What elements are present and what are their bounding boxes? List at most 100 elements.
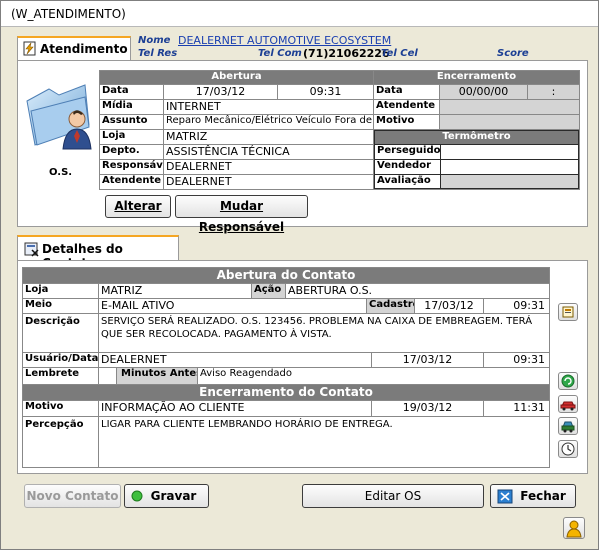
- tab-atendimento[interactable]: Atendimento: [17, 36, 131, 60]
- usuario-field[interactable]: DEALERNET: [99, 353, 371, 367]
- responsavel-field[interactable]: DEALERNET: [164, 160, 373, 174]
- tel-res-label: Tel Res: [138, 48, 178, 59]
- contact-details-icon: [24, 242, 39, 257]
- tab-atendimento-label: Atendimento: [40, 42, 128, 56]
- depto-label: Depto.: [100, 145, 163, 159]
- encerramento-contato-header: Encerramento do Contato: [23, 385, 549, 400]
- responsavel-label: Responsável: [100, 160, 163, 174]
- perseguidor-field[interactable]: [441, 145, 578, 159]
- tel-com-value: (71)21062226: [303, 47, 390, 60]
- termometro-header: Termômetro: [375, 131, 578, 144]
- user-icon: [566, 520, 582, 538]
- cadastro-hora-field[interactable]: 09:31: [484, 299, 549, 313]
- minutos-antes-label: Minutos Antes: [117, 368, 197, 384]
- alterar-button[interactable]: Alterar: [105, 195, 171, 218]
- acao-label: Ação: [252, 284, 285, 298]
- motivo-hora-field[interactable]: 11:31: [484, 401, 549, 416]
- vehicle-green-button[interactable]: [558, 417, 578, 435]
- folder-person-icon: [26, 84, 92, 150]
- close-icon: [497, 489, 513, 504]
- termometro-box: Termômetro Perseguidor Vendedor Avaliaçã…: [374, 130, 579, 189]
- vendedor-label: Vendedor: [375, 160, 440, 174]
- lembrete-checkbox[interactable]: [99, 368, 116, 384]
- enc-motivo-label: Motivo: [374, 115, 439, 129]
- aviso-field[interactable]: Aviso Reagendado: [198, 368, 549, 384]
- tab-detalhes-contato[interactable]: Detalhes do Contato: [17, 235, 179, 270]
- lembrete-label: Lembrete: [23, 368, 98, 384]
- cadastro-label: Cadastro: [367, 299, 414, 313]
- mudar-responsavel-button-label: Mudar Responsável: [198, 199, 285, 234]
- os-label: O.S.: [49, 167, 73, 178]
- meio-label: Meio: [23, 299, 98, 313]
- motivo-label: Motivo: [23, 401, 98, 416]
- vehicle-red-button[interactable]: [558, 395, 578, 413]
- user-help-button[interactable]: [563, 517, 585, 539]
- green-refresh-icon: [561, 374, 575, 388]
- atendimento-window: (W_ATENDIMENTO) Atendimento Nome DEALERN…: [0, 0, 599, 550]
- data-label: Data: [100, 85, 163, 99]
- fechar-button[interactable]: Fechar: [490, 484, 576, 508]
- percepcao-textarea[interactable]: LIGAR PARA CLIENTE LEMBRANDO HORÁRIO DE …: [99, 417, 549, 467]
- green-dot-icon: [131, 490, 143, 502]
- enc-hora-field[interactable]: :: [528, 85, 579, 99]
- nome-label: Nome: [138, 35, 171, 46]
- enc-atendente-label: Atendente: [374, 100, 439, 114]
- alterar-button-label: Alterar: [114, 199, 162, 213]
- det-loja-field[interactable]: MATRIZ: [99, 284, 251, 298]
- atendente-field[interactable]: DEALERNET: [164, 175, 373, 189]
- score-label: Score: [497, 48, 529, 59]
- enc-data-label: Data: [374, 85, 439, 99]
- enc-motivo-field[interactable]: [440, 115, 579, 129]
- vendedor-field[interactable]: [441, 160, 578, 174]
- midia-label: Mídia: [100, 100, 163, 114]
- enc-data-field[interactable]: 00/00/00: [440, 85, 527, 99]
- mudar-responsavel-button[interactable]: Mudar Responsável: [175, 195, 308, 234]
- avaliacao-field[interactable]: [441, 175, 578, 188]
- usuario-hora-field[interactable]: 09:31: [484, 353, 549, 367]
- motivo-field[interactable]: INFORMAÇÃO AO CLIENTE: [99, 401, 371, 416]
- refresh-button[interactable]: [558, 372, 578, 390]
- midia-field[interactable]: INTERNET: [164, 100, 373, 114]
- tel-com-label: Tel Com: [258, 48, 302, 59]
- green-car-icon: [561, 421, 575, 433]
- abertura-header: Abertura: [100, 71, 373, 84]
- usuario-data-label: Usuário/Data: [23, 353, 98, 367]
- gravar-button-label: Gravar: [150, 489, 197, 503]
- enc-atendente-field[interactable]: [440, 100, 579, 114]
- percepcao-label: Percepção: [23, 417, 98, 467]
- descricao-textarea[interactable]: SERVIÇO SERÁ REALIZADO. O.S. 123456. PRO…: [99, 314, 549, 352]
- editar-os-button[interactable]: Editar OS: [302, 484, 484, 508]
- editar-os-button-label: Editar OS: [364, 489, 422, 503]
- meio-field[interactable]: E-MAIL ATIVO: [99, 299, 366, 313]
- acao-field[interactable]: ABERTURA O.S.: [286, 284, 549, 298]
- usuario-data-field[interactable]: 17/03/12: [372, 353, 483, 367]
- atendente-label: Atendente: [100, 175, 163, 189]
- loja-label: Loja: [100, 130, 163, 144]
- encerramento-header: Encerramento: [374, 71, 579, 84]
- abertura-contato-header: Abertura do Contato: [23, 268, 549, 283]
- print-os-button[interactable]: [558, 303, 578, 321]
- red-car-icon: [560, 401, 576, 411]
- novo-contato-button-label: Novo Contato: [26, 489, 119, 503]
- gravar-button[interactable]: Gravar: [124, 484, 209, 508]
- title-bar: (W_ATENDIMENTO): [1, 1, 598, 27]
- descricao-label: Descrição: [23, 314, 98, 352]
- lightning-doc-icon: [23, 41, 36, 56]
- reminder-clock-button[interactable]: [558, 440, 578, 458]
- abertura-encerramento-grid: Abertura Encerramento Data 17/03/12 09:3…: [99, 70, 580, 190]
- clock-icon: [561, 442, 575, 456]
- window-title: (W_ATENDIMENTO): [11, 7, 126, 21]
- assunto-field[interactable]: Reparo Mecânico/Elétrico Veículo Fora de: [164, 115, 373, 129]
- perseguidor-label: Perseguidor: [375, 145, 440, 159]
- novo-contato-button[interactable]: Novo Contato: [24, 484, 121, 508]
- document-icon: [562, 306, 574, 318]
- abertura-hora-field[interactable]: 09:31: [278, 85, 373, 99]
- tel-cel-label: Tel Cel: [381, 48, 418, 59]
- cadastro-data-field[interactable]: 17/03/12: [415, 299, 483, 313]
- loja-field[interactable]: MATRIZ: [164, 130, 373, 144]
- depto-field[interactable]: ASSISTÊNCIA TÉCNICA: [164, 145, 373, 159]
- nome-value-link[interactable]: DEALERNET AUTOMOTIVE ECOSYSTEM: [178, 34, 391, 47]
- detalhes-grid: Abertura do Contato Loja MATRIZ Ação ABE…: [22, 267, 550, 468]
- motivo-data-field[interactable]: 19/03/12: [372, 401, 483, 416]
- abertura-data-field[interactable]: 17/03/12: [164, 85, 277, 99]
